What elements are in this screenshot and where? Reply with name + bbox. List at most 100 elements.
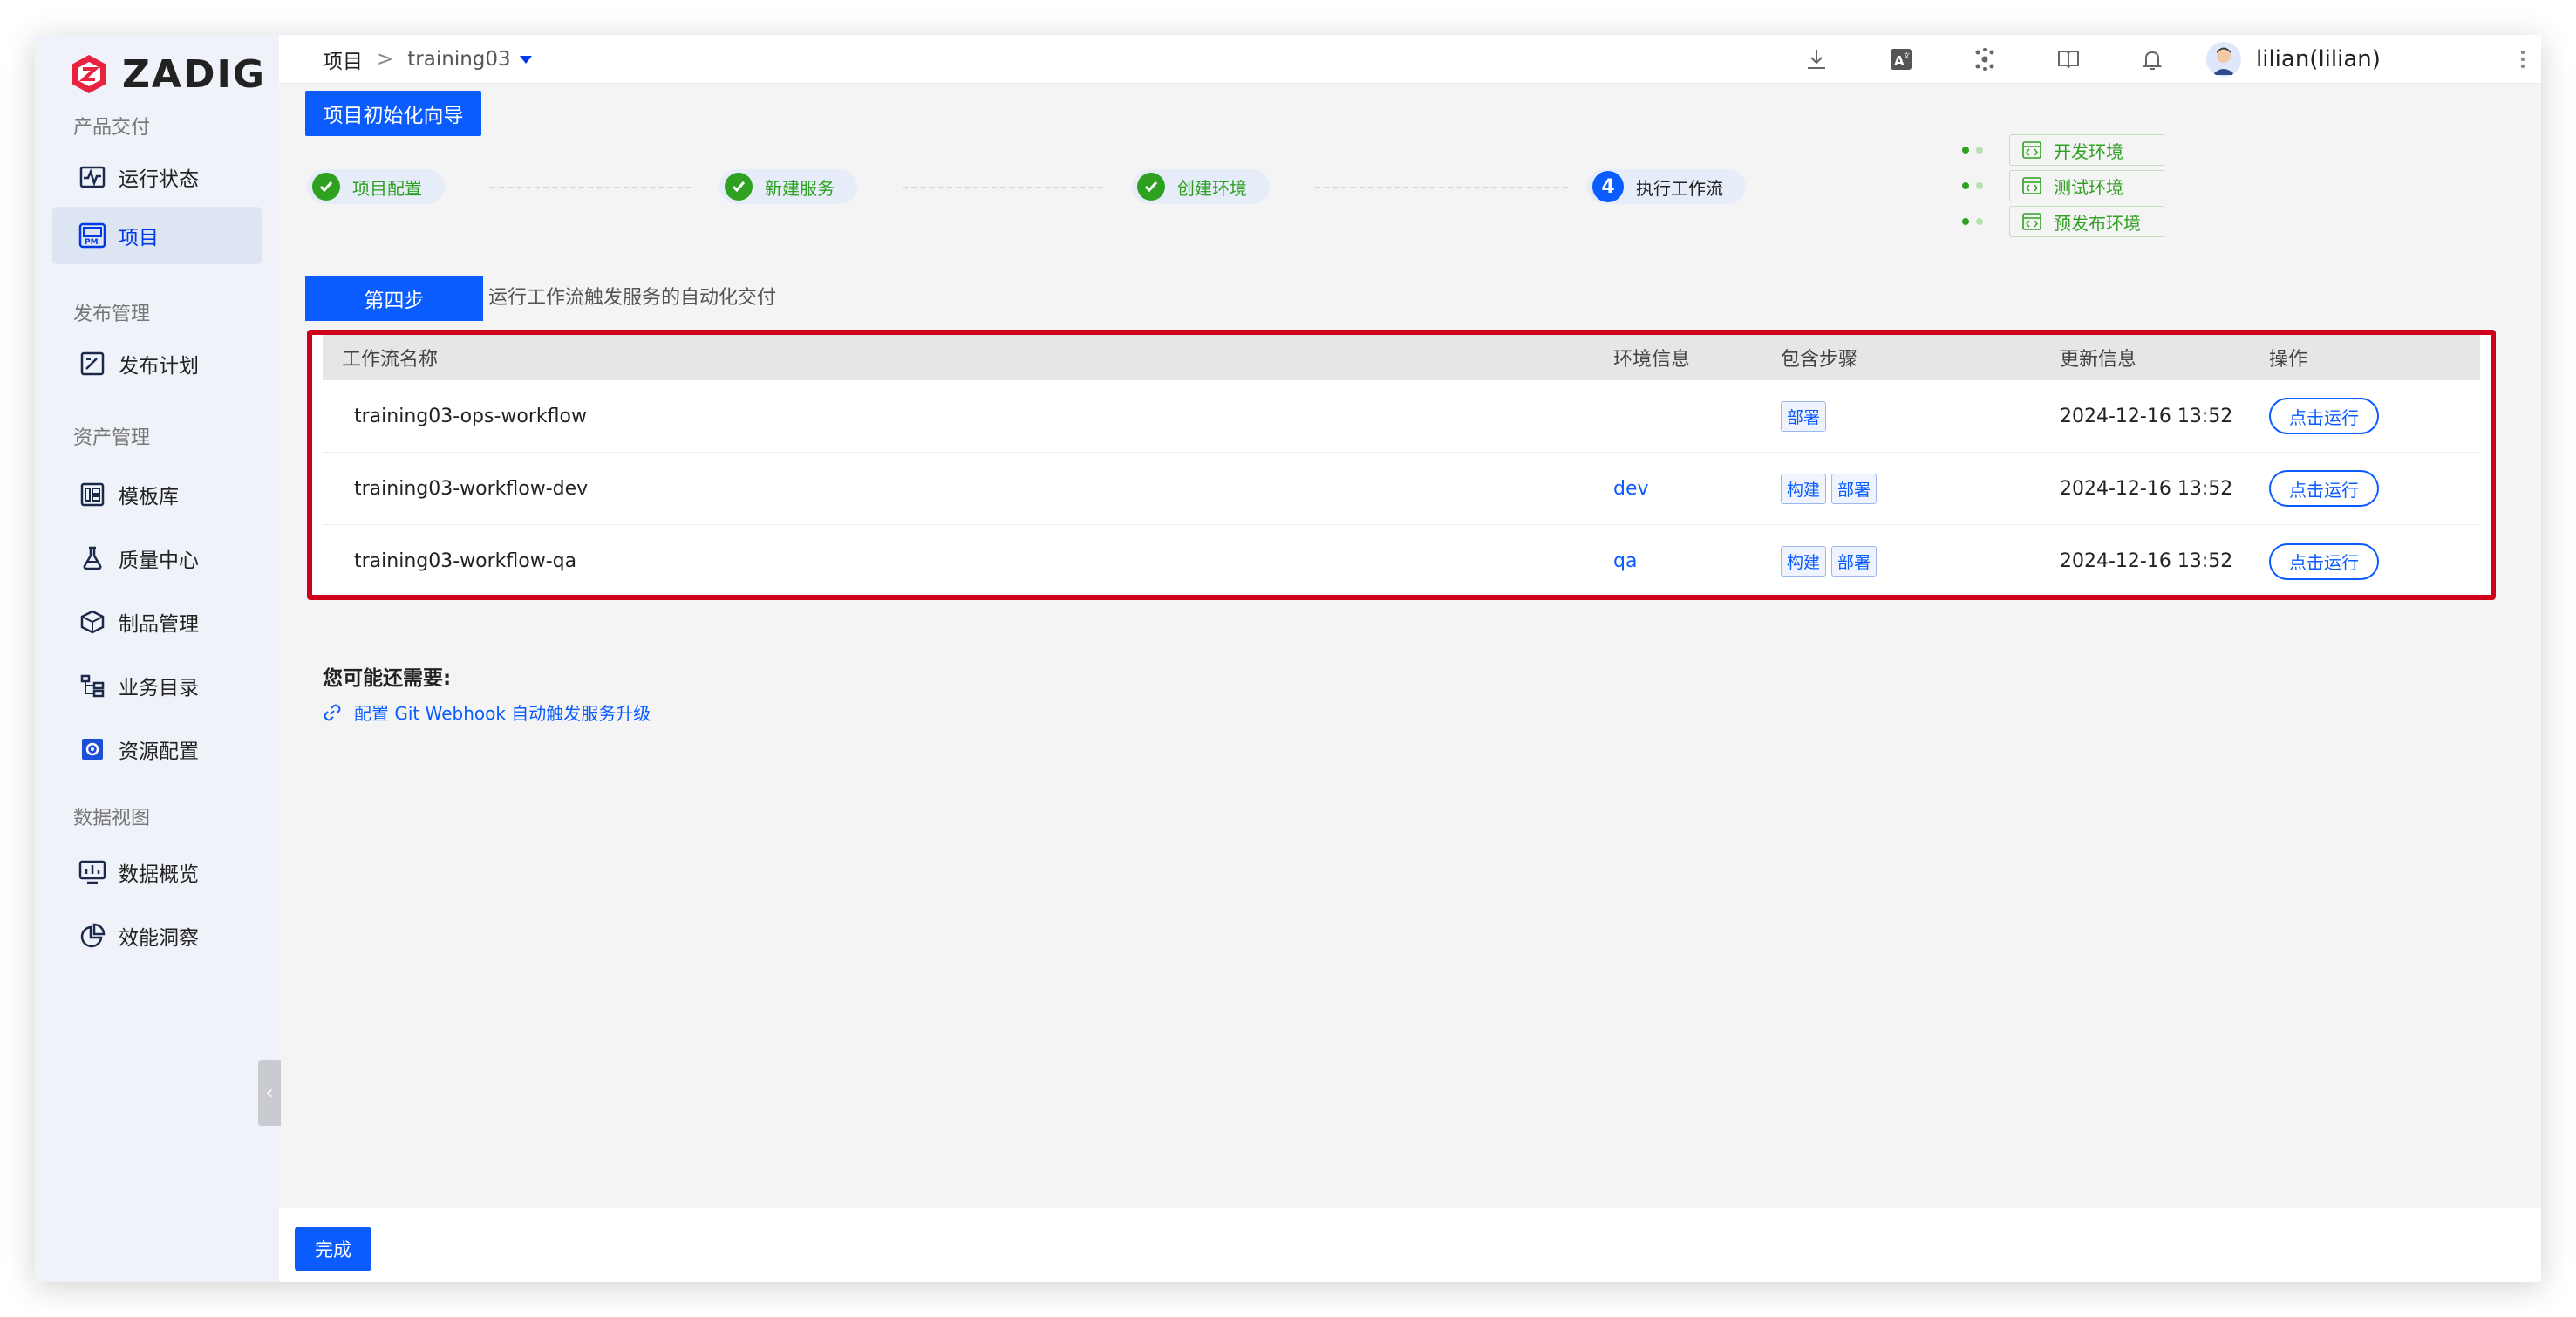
run-workflow-button[interactable]: 点击运行 [2269,398,2379,434]
network-icon[interactable] [1969,44,2000,75]
done-button[interactable]: 完成 [295,1227,371,1271]
workflow-env[interactable]: qa [1613,525,1637,595]
sidebar-item-label: 运行状态 [119,168,199,191]
step-connector [903,187,1103,188]
workflow-name[interactable]: training03-workflow-dev [354,453,588,524]
env-tag-test[interactable]: 测试环境 [2009,170,2164,201]
brand-logo[interactable]: ZADIG [68,44,266,105]
code-window-icon [2022,177,2041,194]
step-label: 创建环境 [1177,177,1247,199]
table-header: 工作流名称 环境信息 包含步骤 更新信息 操作 [323,335,2480,380]
bell-icon[interactable] [2136,44,2168,75]
col-header-steps: 包含步骤 [1781,349,1858,371]
webhook-config-link[interactable]: 配置 Git Webhook 自动触发服务升级 [323,699,651,725]
pie-chart-icon [78,922,106,950]
workflow-table: 工作流名称 环境信息 包含步骤 更新信息 操作 training03-ops-w… [307,330,2496,600]
run-cell: 点击运行 [2269,380,2379,452]
more-vertical-icon[interactable] [2520,47,2525,72]
sidebar-item-quality-center[interactable]: 质量中心 [52,529,262,587]
step-label: 新建服务 [765,177,835,199]
section-title-release: 发布管理 [73,304,151,325]
col-header-updated: 更新信息 [2060,349,2137,371]
dashboard-monitor-icon [78,858,106,886]
sidebar-item-business-catalog[interactable]: 业务目录 [52,657,262,714]
user-name[interactable]: lilian(lilian) [2256,35,2381,84]
env-tag-staging[interactable]: 预发布环境 [2009,206,2164,237]
sidebar-item-label: 发布计划 [119,355,199,378]
sidebar-item-artifact-management[interactable]: 制品管理 [52,593,262,651]
project-init-guide-button[interactable]: 项目初始化向导 [305,91,481,136]
env-dots [1962,182,1983,189]
run-cell: 点击运行 [2269,453,2379,524]
workflow-steps: 构建 部署 [1781,525,1877,595]
sidebar-item-resource-config[interactable]: 资源配置 [52,720,262,778]
env-legend-row: 预发布环境 [1962,206,2164,237]
sidebar-collapse-handle[interactable]: ‹ [258,1060,281,1126]
main-content: 项目初始化向导 项目配置 新建服务 创建环境 4 执行工作流 开发环境 测试环境… [279,84,2541,1282]
sidebar-item-label: 数据概览 [119,863,199,886]
translate-icon[interactable]: A文 [1885,44,1917,75]
user-avatar[interactable] [2206,42,2241,77]
workflow-steps: 构建 部署 [1781,453,1877,524]
step-badge: 构建 [1781,546,1827,577]
workflow-steps: 部署 [1781,380,1827,452]
workflow-name[interactable]: training03-workflow-qa [354,525,576,595]
step-connector [1315,187,1568,188]
step-badge: 部署 [1831,546,1877,577]
run-workflow-button[interactable]: 点击运行 [2269,470,2379,507]
col-header-action: 操作 [2269,349,2308,371]
section-title-assets: 资产管理 [73,427,151,449]
sidebar: ZADIG 产品交付 运行状态 PM 项目 发布管理 发布计划 资产管理 模板库… [35,35,281,1282]
workflow-name[interactable]: training03-ops-workflow [354,380,587,452]
sidebar-item-label: 业务目录 [119,677,199,699]
breadcrumb-current-project[interactable]: training03 [407,48,510,71]
env-tag-label: 测试环境 [2054,176,2123,198]
sidebar-item-project[interactable]: PM 项目 [52,207,262,264]
breadcrumb: 项目 > training03 [323,35,532,84]
section-title-data-view: 数据视图 [73,808,151,829]
sidebar-item-label: 项目 [119,227,159,249]
svg-text:PM: PM [85,238,99,247]
table-row: training03-workflow-qa qa 构建 部署 2024-12-… [323,525,2480,595]
sidebar-item-template-library[interactable]: 模板库 [52,466,262,523]
workflow-updated: 2024-12-16 13:52 [2060,477,2233,500]
chevron-left-icon: ‹ [265,1082,274,1104]
check-circle-icon [1137,173,1165,201]
sidebar-item-release-plan[interactable]: 发布计划 [52,335,262,392]
run-workflow-button[interactable]: 点击运行 [2269,542,2379,580]
wizard-step-create-env[interactable]: 创建环境 [1132,169,1270,204]
sidebar-item-runtime-status[interactable]: 运行状态 [52,148,262,206]
wizard-step-project-config[interactable]: 项目配置 [307,169,445,204]
sidebar-item-label: 制品管理 [119,613,199,636]
workflow-updated: 2024-12-16 13:52 [2060,405,2233,427]
flask-icon [78,544,106,572]
table-row: training03-workflow-dev dev 构建 部署 2024-1… [323,453,2480,525]
template-library-icon [78,481,106,508]
sidebar-item-label: 资源配置 [119,740,199,763]
env-dots [1962,218,1983,225]
download-icon[interactable] [1801,44,1832,75]
footer-bar: 完成 [279,1208,2541,1282]
env-tag-label: 预发布环境 [2054,212,2141,234]
breadcrumb-projects[interactable]: 项目 [323,44,363,74]
current-step-title: 第四步 [305,276,483,321]
settings-gear-icon [78,735,106,763]
wizard-step-new-service[interactable]: 新建服务 [719,169,857,204]
step-badge: 部署 [1831,473,1877,504]
workflow-env[interactable]: dev [1613,453,1649,524]
check-circle-icon [312,173,340,201]
col-header-env: 环境信息 [1613,349,1691,371]
wizard-step-run-workflow[interactable]: 4 执行工作流 [1587,169,1746,204]
link-icon [324,704,341,720]
step-badge: 部署 [1781,400,1827,432]
svg-text:文: 文 [1904,51,1910,59]
webhook-link-label: 配置 Git Webhook 自动触发服务升级 [354,703,651,724]
project-dropdown-icon[interactable] [519,55,532,64]
sidebar-item-data-overview[interactable]: 数据概览 [52,843,262,901]
docs-book-icon[interactable] [2053,44,2084,75]
project-pm-icon: PM [78,222,106,249]
release-plan-icon [78,350,106,378]
sidebar-item-efficiency-insight[interactable]: 效能洞察 [52,907,262,965]
run-cell: 点击运行 [2269,525,2379,595]
env-tag-dev[interactable]: 开发环境 [2009,134,2164,166]
